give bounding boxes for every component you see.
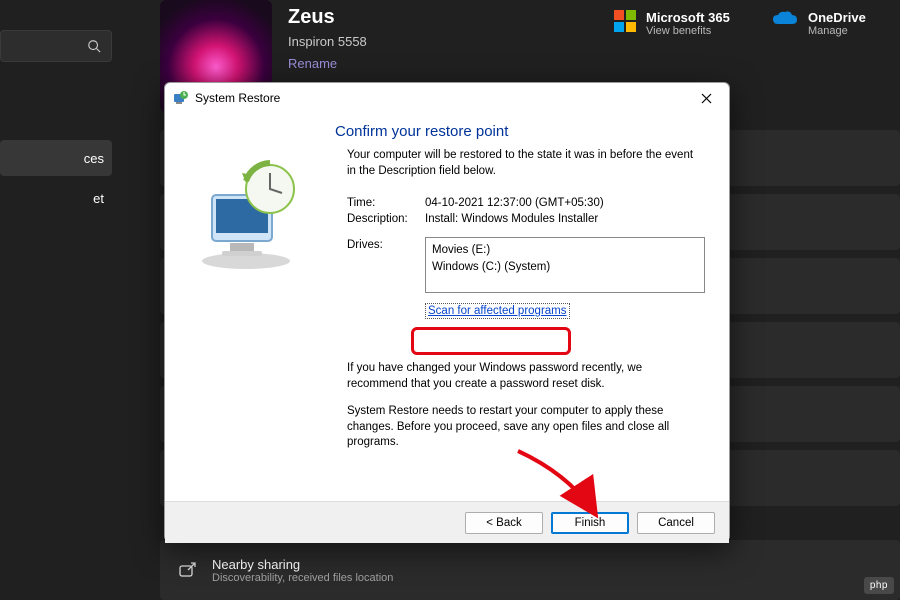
watermark-text: php: [870, 580, 888, 591]
profile-name: Zeus: [288, 6, 335, 29]
drives-label: Drives:: [347, 239, 425, 251]
dialog-title: System Restore: [195, 91, 691, 105]
time-value: 04-10-2021 12:37:00 (GMT+05:30): [425, 197, 604, 209]
drive-item[interactable]: Windows (C:) (System): [432, 259, 698, 276]
cancel-button[interactable]: Cancel: [637, 512, 715, 534]
profile-model: Inspiron 5558: [288, 34, 367, 49]
wizard-body: Confirm your restore point Your computer…: [165, 113, 729, 501]
description-label: Description:: [347, 213, 425, 225]
cloud-icon: [772, 10, 798, 28]
drive-item[interactable]: Movies (E:): [432, 242, 698, 259]
settings-sidebar: ces et: [0, 0, 145, 600]
sidebar-item[interactable]: et: [0, 180, 112, 216]
titlebar: System Restore: [165, 83, 729, 113]
search-input[interactable]: [0, 30, 112, 62]
wizard-heading: Confirm your restore point: [335, 123, 705, 140]
close-button[interactable]: [691, 86, 721, 110]
scan-affected-programs-link[interactable]: Scan for affected programs: [425, 303, 570, 319]
onedrive-link[interactable]: OneDrive Manage: [772, 10, 866, 37]
back-button-label: < Back: [486, 517, 521, 529]
search-icon: [87, 39, 101, 53]
description-value: Install: Windows Modules Installer: [425, 213, 598, 225]
ms365-sub: View benefits: [646, 25, 730, 37]
wizard-intro: Your computer will be restored to the st…: [347, 148, 705, 179]
finish-button[interactable]: Finish: [551, 512, 629, 534]
wizard-content: Confirm your restore point Your computer…: [327, 113, 729, 501]
nearby-title: Nearby sharing: [212, 557, 393, 572]
drives-listbox[interactable]: Movies (E:) Windows (C:) (System): [425, 237, 705, 293]
restore-graphic-icon: [186, 153, 306, 273]
onedrive-title: OneDrive: [808, 10, 866, 25]
finish-button-label: Finish: [575, 517, 606, 529]
ms365-link[interactable]: Microsoft 365 View benefits: [614, 10, 730, 37]
restart-note: System Restore needs to restart your com…: [347, 404, 705, 451]
wizard-graphic-pane: [165, 113, 327, 501]
system-restore-icon: [173, 90, 189, 106]
sidebar-item[interactable]: ces: [0, 140, 112, 176]
back-button[interactable]: < Back: [465, 512, 543, 534]
share-icon: [178, 560, 198, 580]
cancel-button-label: Cancel: [658, 517, 694, 529]
password-note: If you have changed your Windows passwor…: [347, 361, 705, 392]
system-restore-dialog: System Restore Confirm your restore poin…: [164, 82, 730, 542]
ms365-title: Microsoft 365: [646, 10, 730, 25]
rename-link[interactable]: Rename: [288, 56, 337, 71]
sidebar-item-label: ces: [84, 151, 104, 166]
nearby-sub: Discoverability, received files location: [212, 572, 393, 584]
onedrive-sub: Manage: [808, 25, 866, 37]
nearby-sharing-row[interactable]: Nearby sharing Discoverability, received…: [160, 540, 900, 600]
sidebar-item-label: et: [93, 191, 104, 206]
time-label: Time:: [347, 197, 425, 209]
button-bar: < Back Finish Cancel: [165, 501, 729, 543]
watermark: php: [864, 577, 894, 594]
close-icon: [701, 93, 712, 104]
microsoft-icon: [614, 10, 636, 32]
